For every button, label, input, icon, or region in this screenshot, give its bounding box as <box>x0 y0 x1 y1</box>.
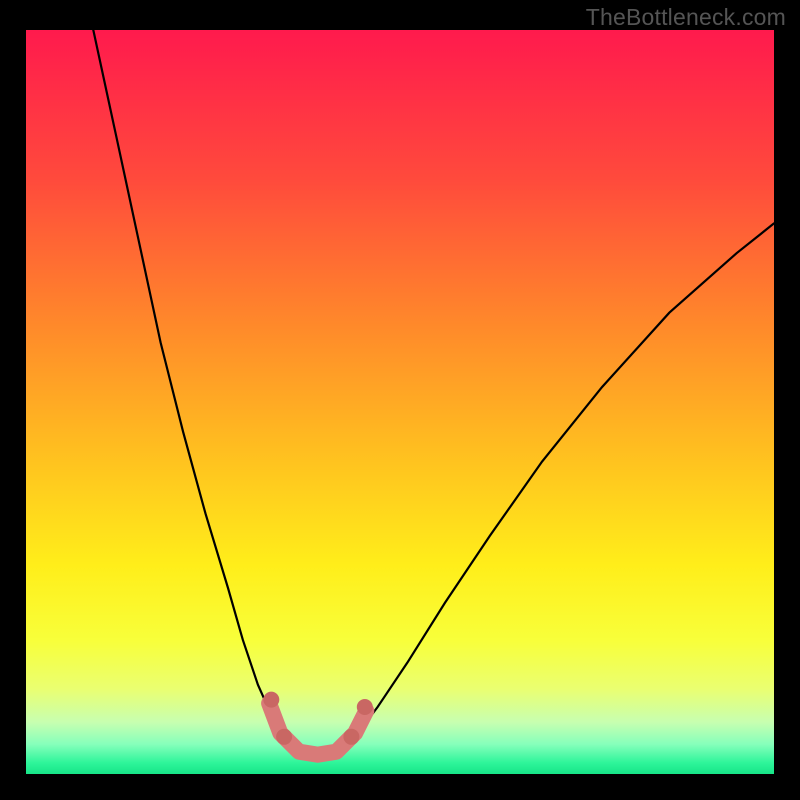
watermark-text: TheBottleneck.com <box>586 4 786 31</box>
dot-right-upper <box>357 699 373 715</box>
chart-svg <box>26 30 774 774</box>
dot-left-upper <box>263 692 279 708</box>
chart-background <box>26 30 774 774</box>
dot-left-lower <box>276 729 292 745</box>
dot-right-lower <box>343 729 359 745</box>
chart-plot-area <box>26 30 774 774</box>
chart-frame: TheBottleneck.com <box>0 0 800 800</box>
